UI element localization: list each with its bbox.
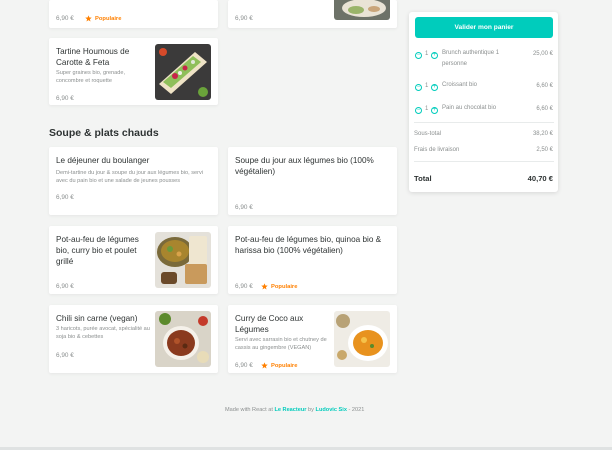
delivery-label: Frais de livraison <box>414 147 460 153</box>
plus-circle-icon[interactable]: + <box>431 84 438 91</box>
footer-author-link[interactable]: Ludovic Six <box>316 407 347 413</box>
item-price: 6,90 € <box>56 95 74 102</box>
cart-item-price: 25,00 € <box>532 51 553 57</box>
dish-photo <box>155 311 211 367</box>
item-price: 6,90 € <box>56 15 74 22</box>
item-price: 6,90 € <box>56 352 74 359</box>
menu-item-card[interactable]: Soupe du jour aux légumes bio (100% végé… <box>228 147 397 215</box>
menu-item-card[interactable]: Pot-au-feu de légumes bio, quinoa bio & … <box>228 226 397 294</box>
item-quantity: 1 <box>425 51 429 57</box>
total-label: Total <box>414 174 432 183</box>
plus-circle-icon[interactable]: + <box>431 107 438 114</box>
minus-circle-icon[interactable]: − <box>415 107 422 114</box>
menu-item-card[interactable]: Tartine Houmous de Carotte & Feta Super … <box>49 38 218 105</box>
cart-item: − 1 + Pain au chocolat bio 6,60 € <box>414 105 554 118</box>
divider <box>414 161 554 162</box>
item-quantity: 1 <box>425 83 429 89</box>
validate-cart-button[interactable]: Valider mon panier <box>415 17 553 38</box>
cart-item-name: Brunch authentique 1 personne <box>442 50 500 67</box>
subtotal-value: 38,20 € <box>532 131 553 137</box>
cart-item: − 1 + Brunch authentique 1 personne 25,0… <box>414 50 554 74</box>
footer-made-with: Made with React at <box>225 407 273 413</box>
menu-item-card[interactable]: Pot-au-feu de légumes bio, curry bio et … <box>49 226 218 294</box>
item-title: Chili sin carne (vegan) <box>56 314 138 323</box>
item-description: Servi avec sarrasin bio et chutney de ca… <box>235 337 327 351</box>
divider <box>414 122 554 123</box>
item-title: Tartine Houmous de Carotte & Feta <box>56 47 130 67</box>
item-price: 6,90 € <box>235 283 253 290</box>
dish-photo <box>155 44 211 100</box>
star-icon <box>261 283 268 290</box>
footer-by: by <box>308 407 314 413</box>
cart-item-price: 6,60 € <box>536 83 553 89</box>
total-value: 40,70 € <box>527 174 553 183</box>
item-price: 6,90 € <box>235 15 253 22</box>
item-price: 6,90 € <box>56 283 74 290</box>
popular-badge: Populaire <box>261 362 297 369</box>
popular-badge: Populaire <box>261 283 297 290</box>
minus-circle-icon[interactable]: − <box>415 52 422 59</box>
cart-item-name: Croissant bio <box>442 82 478 88</box>
star-icon <box>261 362 268 369</box>
item-price: 6,90 € <box>235 362 253 369</box>
dish-photo <box>155 232 211 288</box>
menu-item-card[interactable]: Le déjeuner du boulanger Demi-tartine du… <box>49 147 218 215</box>
footer-year: - 2021 <box>348 407 365 413</box>
item-description: Demi-tartine du jour & soupe du jour aux… <box>56 170 204 184</box>
menu-item-card[interactable]: Curry de Coco aux Légumes Servi avec sar… <box>228 305 397 373</box>
plus-circle-icon[interactable]: + <box>431 52 438 59</box>
cart-item-name: Pain au chocolat bio <box>442 105 497 111</box>
cart-panel: Valider mon panier − 1 + Brunch authenti… <box>409 12 558 192</box>
footer: Made with React at Le Reacteur by Ludovi… <box>0 407 612 413</box>
menu-item-card-top-right[interactable]: 6,90 € <box>228 0 397 28</box>
subtotal-label: Sous-total <box>414 131 442 137</box>
cart-item: − 1 + Croissant bio 6,60 € <box>414 82 554 95</box>
menu-item-card-top-left[interactable]: 6,90 € Populaire <box>49 0 218 28</box>
item-price: 6,90 € <box>235 204 253 211</box>
item-price: 6,90 € <box>56 194 74 201</box>
item-description: Super graines bio, grenade, concombre et… <box>56 70 126 84</box>
item-title: Soupe du jour aux légumes bio (100% végé… <box>235 156 374 176</box>
dish-photo <box>334 311 390 367</box>
delivery-value: 2,50 € <box>536 147 553 153</box>
footer-school-link[interactable]: Le Reacteur <box>274 407 306 413</box>
section-title: Soupe & plats chauds <box>49 127 159 139</box>
dish-photo <box>334 0 390 20</box>
item-title: Pot-au-feu de légumes bio, curry bio et … <box>56 235 139 266</box>
cart-item-price: 6,60 € <box>536 106 553 112</box>
item-title: Curry de Coco aux Légumes <box>235 314 304 334</box>
star-icon <box>85 15 92 22</box>
item-quantity: 1 <box>425 106 429 112</box>
popular-badge: Populaire <box>85 15 121 22</box>
minus-circle-icon[interactable]: − <box>415 84 422 91</box>
menu-item-card[interactable]: Chili sin carne (vegan) 3 haricots, puré… <box>49 305 218 373</box>
item-title: Pot-au-feu de légumes bio, quinoa bio & … <box>235 235 382 255</box>
item-title: Le déjeuner du boulanger <box>56 156 150 165</box>
item-description: 3 haricots, purée avocat, spécialité au … <box>56 326 150 340</box>
